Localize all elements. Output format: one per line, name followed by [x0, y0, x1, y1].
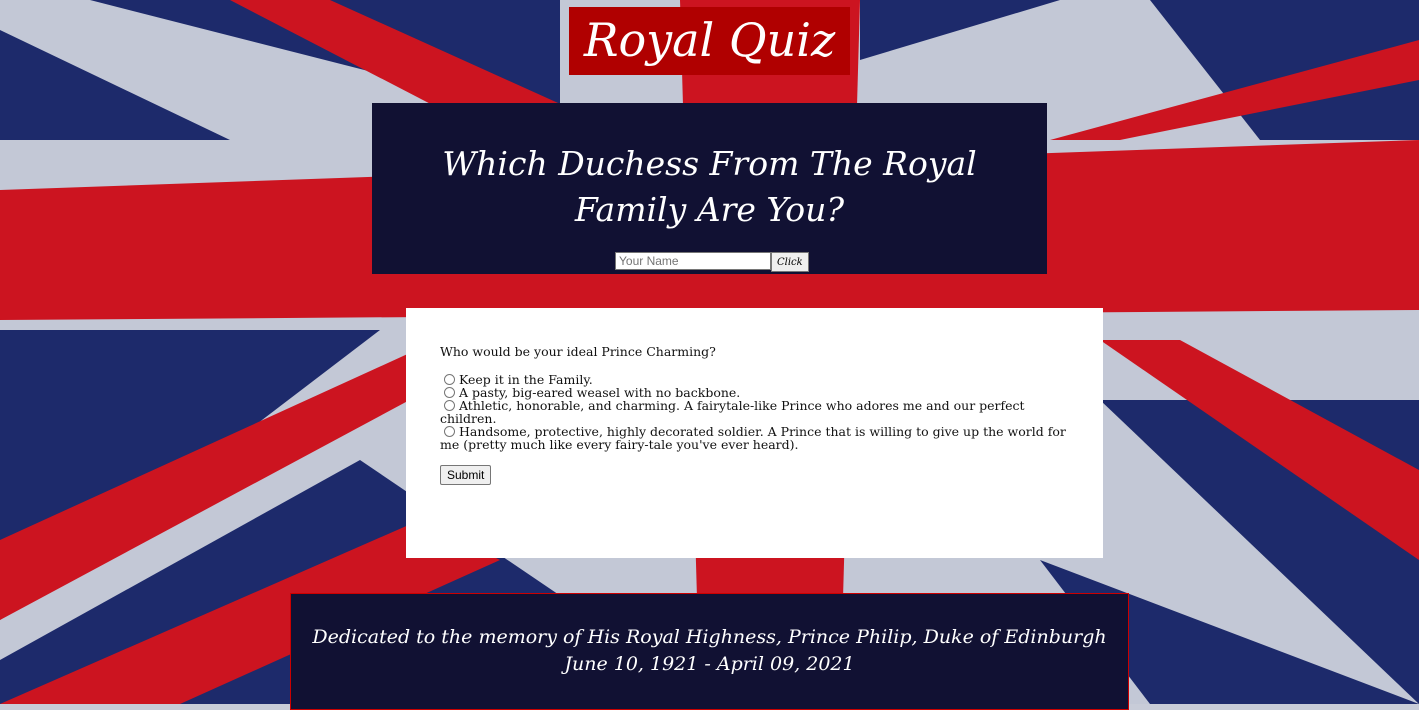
submit-button[interactable]: Submit: [440, 465, 492, 485]
hero-banner: Which Duchess From The Royal Family Are …: [372, 103, 1047, 274]
question-text: Who would be your ideal Prince Charming?: [440, 344, 716, 359]
option-2-radio[interactable]: [444, 387, 455, 398]
option-4: Handsome, protective, highly decorated s…: [440, 425, 1069, 451]
option-3-radio[interactable]: [444, 400, 455, 411]
site-logo: Royal Quiz: [569, 7, 850, 75]
memorial-dedication: Dedicated to the memory of His Royal Hig…: [312, 626, 1107, 648]
option-1-radio[interactable]: [444, 374, 455, 385]
quiz-card: Who would be your ideal Prince Charming?…: [406, 308, 1103, 558]
quiz-title: Which Duchess From The Royal Family Are …: [442, 144, 977, 229]
option-4-label[interactable]: Handsome, protective, highly decorated s…: [440, 424, 1066, 452]
name-input[interactable]: [615, 252, 771, 270]
option-3-label[interactable]: Athletic, honorable, and charming. A fai…: [440, 398, 1025, 426]
click-button[interactable]: Click: [771, 252, 809, 272]
memorial-footer: Dedicated to the memory of His Royal Hig…: [290, 593, 1129, 710]
name-form: Click: [615, 252, 809, 272]
memorial-dates: June 10, 1921 - April 09, 2021: [564, 653, 855, 675]
option-4-radio[interactable]: [444, 426, 455, 437]
option-3: Athletic, honorable, and charming. A fai…: [440, 399, 1069, 425]
